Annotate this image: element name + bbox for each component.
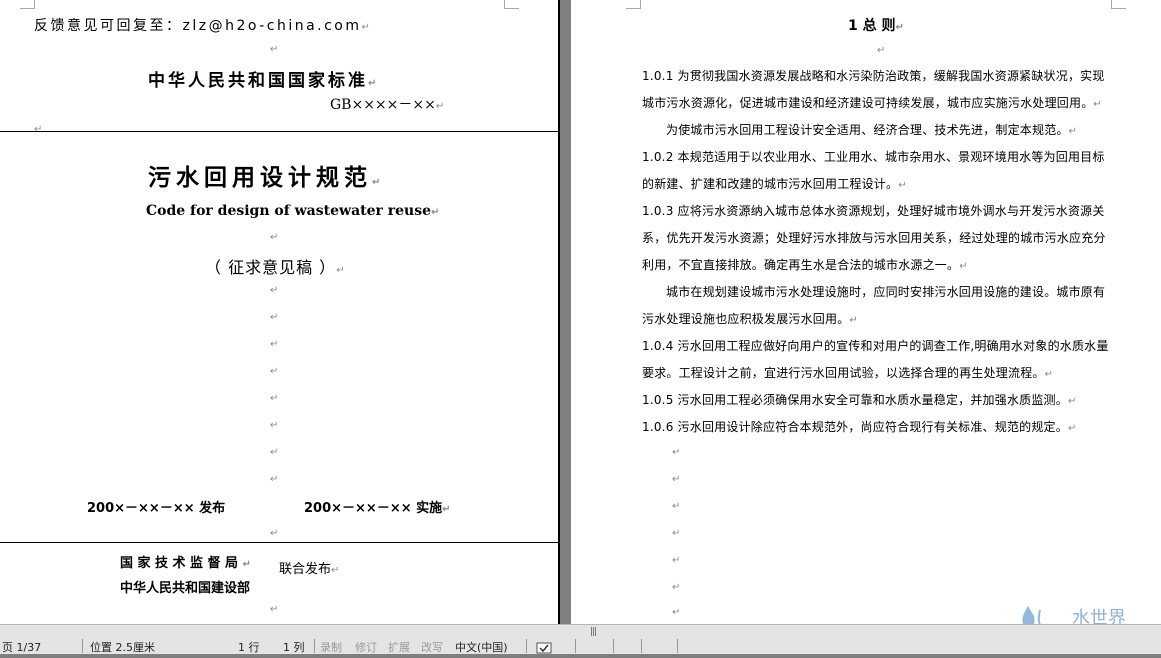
paragraph-mark-icon: ↵ — [877, 45, 886, 56]
standard-title: 中华人民共和国国家标准↵ — [148, 66, 379, 91]
paragraph-mark-icon: ↵ — [1093, 99, 1102, 110]
paragraph-mark-icon: ↵ — [270, 44, 279, 55]
paragraph-1-0-4: 1.0.4 污水回用工程应做好向用户的宣传和对用户的调查工作,明确用水对象的水质… — [642, 333, 1112, 388]
crop-mark — [504, 0, 519, 9]
paragraph-mark-icon: ↵ — [270, 420, 279, 431]
document-title-cn: 污水回用设计规范↵ — [148, 158, 385, 192]
divider — [0, 131, 558, 132]
draft-label-text: （ 征求意见稿 ） — [205, 258, 337, 277]
paragraph-mark-icon: ↵ — [242, 559, 256, 570]
crop-mark — [626, 0, 641, 9]
paragraph-mark-icon: ↵ — [270, 339, 279, 350]
publish-date-text: 200×－××－×× 发布 — [87, 501, 226, 516]
paragraph-mark-icon: ↵ — [849, 315, 858, 326]
issuer-2: 中华人民共和国建设部 — [120, 577, 250, 596]
paragraph-mark-icon: ↵ — [898, 180, 907, 191]
paragraph-mark-icon: ↵ — [1068, 126, 1078, 137]
paragraph-mark-icon: ↵ — [1067, 396, 1077, 407]
paragraph-mark-icon: ↵ — [270, 393, 279, 404]
status-separator — [314, 639, 315, 653]
paragraph-text: 1.0.4 污水回用工程应做好向用户的宣传和对用户的调查工作,明确用水对象的水质… — [642, 339, 1109, 380]
document-title-en: Code for design of wastewater reuse↵ — [146, 203, 439, 219]
paragraph-mark-icon: ↵ — [1044, 369, 1054, 380]
issuer-2-text: 中华人民共和国建设部 — [120, 581, 251, 596]
paragraph-1-0-5: 1.0.5 污水回用工程必须确保用水安全可靠和水质水量稳定，并加强水质监测。↵ — [642, 387, 1112, 415]
paragraph-mark-icon: ↵ — [270, 312, 279, 323]
paragraph-1-0-1: 1.0.1 为贯彻我国水资源发展战略和水污染防治政策，缓解我国水资源紧缺状况，实… — [642, 63, 1112, 118]
paragraph-mark-icon: ↵ — [372, 177, 386, 188]
paragraph-mark-icon: ↵ — [34, 124, 43, 135]
status-separator — [82, 639, 83, 653]
paragraph-text: 1.0.5 污水回用工程必须确保用水安全可靠和水质水量稳定，并加强水质监测。 — [642, 393, 1068, 407]
implement-date: 200×－××－×× 实施↵ — [304, 497, 451, 516]
status-separator — [641, 639, 642, 653]
paragraph-mark-icon: ↵ — [672, 582, 681, 593]
paragraph-text: 1.0.3 应将污水资源纳入城市总体水资源规划，处理好城市境外调水与开发污水资源… — [642, 204, 1106, 272]
paragraph-mark-icon: ↵ — [270, 232, 279, 243]
paragraph-text: 城市在规划建设城市污水处理设施时，应同时安排污水回用设施的建设。城市原有污水处理… — [642, 285, 1106, 326]
status-separator — [613, 639, 614, 653]
paragraph-mark-icon: ↵ — [1067, 423, 1077, 434]
paragraph-mark-icon: ↵ — [270, 285, 279, 296]
paragraph-text: 1.0.2 本规范适用于以农业用水、工业用水、城市杂用水、景观环境用水等为回用目… — [642, 150, 1105, 191]
paragraph-mark-icon: ↵ — [336, 265, 346, 276]
paragraph-text: 1.0.6 污水回用设计除应符合本规范外，尚应符合现行有关标准、规范的规定。 — [642, 420, 1068, 434]
standard-title-text: 中华人民共和国国家标准 — [148, 71, 368, 91]
document-title-en-text: Code for design of wastewater reuse — [146, 203, 432, 219]
status-bar: ||| 页 1/37 位置 2.5厘米 1 行 1 列 录制 修订 扩展 改写 … — [0, 624, 1161, 654]
paragraph-mark-icon: ↵ — [672, 447, 681, 458]
gb-number: GB××××－××↵ — [330, 94, 444, 114]
draft-label: （ 征求意见稿 ）↵ — [205, 254, 346, 278]
implement-date-text: 200×－××－×× 实施 — [304, 501, 443, 516]
paragraph-mark-icon: ↵ — [270, 474, 279, 485]
joint-release: 联合发布↵ — [279, 558, 339, 577]
left-page: 反馈意见可回复至：zlz@h2o-china.com↵ ↵ 中华人民共和国国家标… — [0, 0, 558, 624]
feedback-text: 反馈意见可回复至：zlz@h2o-china.com — [34, 18, 362, 34]
paragraph-1-0-6: 1.0.6 污水回用设计除应符合本规范外，尚应符合现行有关标准、规范的规定。↵ — [642, 414, 1112, 442]
paragraph-mark-icon: ↵ — [672, 528, 681, 539]
divider — [0, 542, 558, 543]
paragraph-mark-icon: ↵ — [672, 474, 681, 485]
paragraph-text: 为使城市污水回用工程设计安全适用、经济合理、技术先进，制定本规范。 — [666, 123, 1069, 137]
status-separator — [526, 639, 527, 653]
paragraph-mark-icon: ↵ — [270, 366, 279, 377]
status-separator — [575, 639, 576, 653]
crop-mark — [20, 0, 35, 9]
status-separator — [677, 639, 678, 653]
paragraph-mark-icon: ↵ — [270, 447, 279, 458]
paragraph-mark-icon: ↵ — [672, 555, 681, 566]
paragraph-mark-icon: ↵ — [361, 22, 373, 33]
paragraph-1-0-2: 1.0.2 本规范适用于以农业用水、工业用水、城市杂用水、景观环境用水等为回用目… — [642, 144, 1112, 199]
paragraph-mark-icon: ↵ — [368, 78, 380, 89]
paragraph-text: 1.0.1 为贯彻我国水资源发展战略和水污染防治政策，缓解我国水资源紧缺状况，实… — [642, 69, 1105, 110]
paragraph-mark-icon: ↵ — [435, 101, 445, 112]
crop-mark — [1111, 0, 1126, 9]
issuer-1: 国家技术监督局↵ — [120, 552, 255, 571]
paragraph-mark-icon: ↵ — [431, 207, 440, 218]
page-edge — [558, 0, 560, 624]
joint-release-text: 联合发布 — [279, 562, 332, 577]
paragraph-1-0-1b: 为使城市污水回用工程设计安全适用、经济合理、技术先进，制定本规范。↵ — [642, 117, 1112, 145]
split-handle-icon[interactable]: ||| — [590, 627, 597, 637]
paragraph-mark-icon: ↵ — [331, 565, 340, 576]
gb-number-text: GB××××－×× — [330, 97, 436, 113]
paragraph-mark-icon: ↵ — [672, 501, 681, 512]
paragraph-mark-icon: ↵ — [895, 22, 904, 33]
document-title-cn-text: 污水回用设计规范 — [148, 165, 372, 191]
feedback-line: 反馈意见可回复至：zlz@h2o-china.com↵ — [34, 15, 372, 35]
page-gutter — [558, 0, 571, 624]
paragraph-mark-icon: ↵ — [442, 504, 451, 515]
publish-date: 200×－××－×× 发布 — [87, 497, 225, 516]
chapter-heading: 1 总 则↵ — [848, 15, 904, 35]
issuer-1-text: 国家技术监督局 — [120, 556, 243, 571]
chapter-heading-text: 1 总 则 — [848, 18, 896, 34]
paragraph-mark-icon: ↵ — [270, 528, 279, 539]
paragraph-1-0-3: 1.0.3 应将污水资源纳入城市总体水资源规划，处理好城市境外调水与开发污水资源… — [642, 198, 1112, 280]
paragraph-mark-icon: ↵ — [270, 604, 279, 615]
paragraph-mark-icon: ↵ — [672, 607, 681, 618]
paragraph-mark-icon: ↵ — [959, 261, 968, 272]
spellcheck-icon[interactable] — [536, 639, 552, 654]
paragraph-1-0-3b: 城市在规划建设城市污水处理设施时，应同时安排污水回用设施的建设。城市原有污水处理… — [642, 279, 1112, 334]
